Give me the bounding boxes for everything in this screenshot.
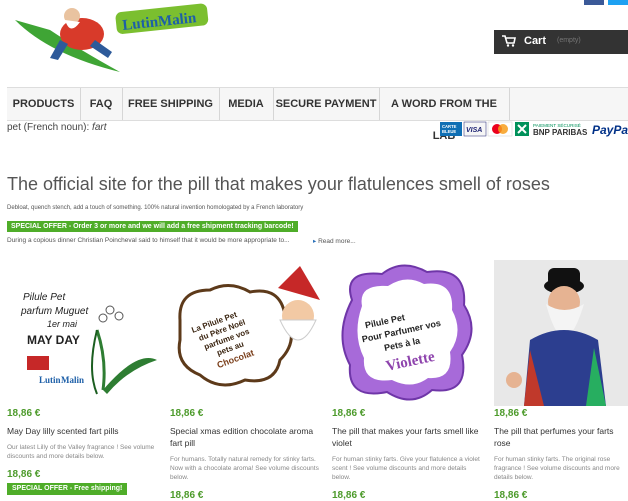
svg-text:Malin: Malin (61, 375, 84, 385)
product-name[interactable]: The pill that makes your farts smell lik… (332, 425, 482, 449)
product-image[interactable]: Pilule Pet parfum Muguet 1er mai MAY DAY… (7, 260, 157, 406)
product-desc: For human stinky farts. The original ros… (494, 456, 620, 481)
product-name[interactable]: Special xmas edition chocolate aroma far… (170, 425, 320, 449)
main-nav: PRODUCTS FAQ FREE SHIPPING MEDIA SECURE … (7, 87, 628, 142)
product-price: 18,86 € (332, 490, 366, 501)
definition-word: fart (92, 122, 107, 133)
product-desc: Our latest Lilly of the Valley fragrance… (7, 444, 155, 460)
product-price: 18,86 € (7, 408, 41, 419)
svg-text:BNP PARIBAS: BNP PARIBAS (533, 128, 588, 137)
svg-text:Lutin: Lutin (39, 375, 61, 385)
nav-secure-payment[interactable]: SECURE PAYMENT (273, 88, 380, 120)
special-offer-banner: SPECIAL OFFER - Order 3 or more and we w… (7, 221, 298, 232)
cart-button[interactable]: Cart (empty) (494, 30, 628, 54)
nav-word-from-lab[interactable]: A WORD FROM THE LAB (379, 88, 510, 142)
svg-text:PayPal: PayPal (592, 123, 628, 137)
svg-text:1er mai: 1er mai (47, 319, 78, 329)
facebook-icon[interactable] (584, 0, 604, 5)
site-logo[interactable]: LutinMalin (10, 0, 210, 76)
definition-prefix: pet (French noun): (7, 122, 90, 133)
definition: pet (French noun): fart (7, 122, 107, 133)
read-more-label: Read more... (318, 238, 356, 245)
page-title: The official site for the pill that make… (7, 174, 550, 194)
product-image[interactable] (494, 260, 628, 406)
product-image[interactable]: Pilule Pet Pour Parfumer vos Pets à la V… (332, 260, 482, 406)
product-image[interactable]: La Pilule Pet du Père Noël parfume vos p… (170, 260, 320, 406)
svg-text:parfum Muguet: parfum Muguet (20, 306, 89, 317)
svg-text:VISA: VISA (466, 127, 482, 134)
cart-label: Cart (524, 35, 547, 47)
product-price: 18,86 € (494, 408, 528, 419)
page-subtitle: Debloat, quench stench, add a touch of s… (7, 205, 304, 211)
svg-text:BLEUE: BLEUE (442, 129, 456, 134)
product-price: 18,86 € (170, 490, 204, 501)
nav-media[interactable]: MEDIA (219, 88, 274, 120)
product-name[interactable]: The pill that perfumes your farts rose (494, 425, 628, 449)
cart-status: (empty) (557, 37, 581, 44)
triangle-right-icon: ▸ (313, 238, 317, 245)
read-more-link[interactable]: ▸ Read more... (313, 237, 356, 245)
product-price: 18,86 € (332, 408, 366, 419)
twitter-icon[interactable] (608, 0, 628, 5)
svg-text:MAY DAY: MAY DAY (27, 333, 80, 347)
product-desc: For humans. Totally natural remedy for s… (170, 456, 319, 481)
nav-free-shipping[interactable]: FREE SHIPPING (122, 88, 220, 120)
product-price: 18,86 € (170, 408, 204, 419)
nav-faq[interactable]: FAQ (80, 88, 123, 120)
social-links (584, 0, 628, 5)
product-name[interactable]: May Day lilly scented fart pills (7, 425, 157, 437)
product-desc: For human stinky farts. Give your flatul… (332, 456, 480, 481)
payment-logos: CARTE BLEUE VISA PAIEMENT SÉCURISÉ BNP P… (440, 120, 628, 138)
intro-text: During a copious dinner Christian Poinch… (7, 237, 290, 244)
free-shipping-badge: SPECIAL OFFER - Free shipping! (7, 483, 128, 495)
cart-icon (502, 35, 516, 47)
product-price: 18,86 € (7, 469, 41, 480)
nav-products[interactable]: PRODUCTS (7, 88, 81, 120)
svg-text:Pilule Pet: Pilule Pet (23, 292, 66, 303)
product-price: 18,86 € (494, 490, 528, 501)
